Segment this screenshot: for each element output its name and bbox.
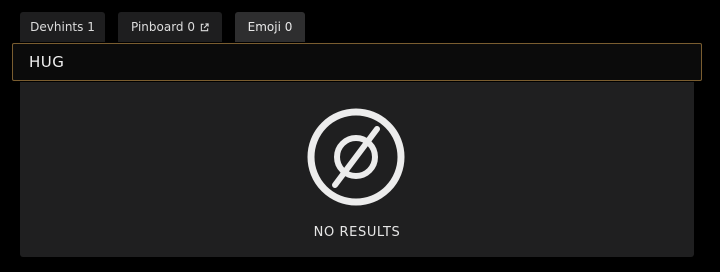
search-input[interactable] (13, 44, 701, 80)
results-panel: NO RESULTS (20, 82, 694, 257)
tab-pinboard-label: Pinboard 0 (130, 20, 195, 34)
tab-emoji[interactable]: Emoji 0 (235, 12, 305, 42)
search-box (12, 43, 702, 81)
tab-emoji-label: Emoji 0 (247, 20, 293, 34)
source-tabs: Devhints 1 Pinboard 0 Emoji 0 (20, 12, 305, 42)
no-results-message: NO RESULTS (313, 225, 401, 240)
tab-devhints[interactable]: Devhints 1 (20, 12, 105, 42)
external-link-icon (200, 22, 209, 31)
tab-devhints-label: Devhints 1 (30, 20, 95, 34)
tab-pinboard[interactable]: Pinboard 0 (118, 12, 222, 42)
no-results-icon (307, 108, 405, 206)
